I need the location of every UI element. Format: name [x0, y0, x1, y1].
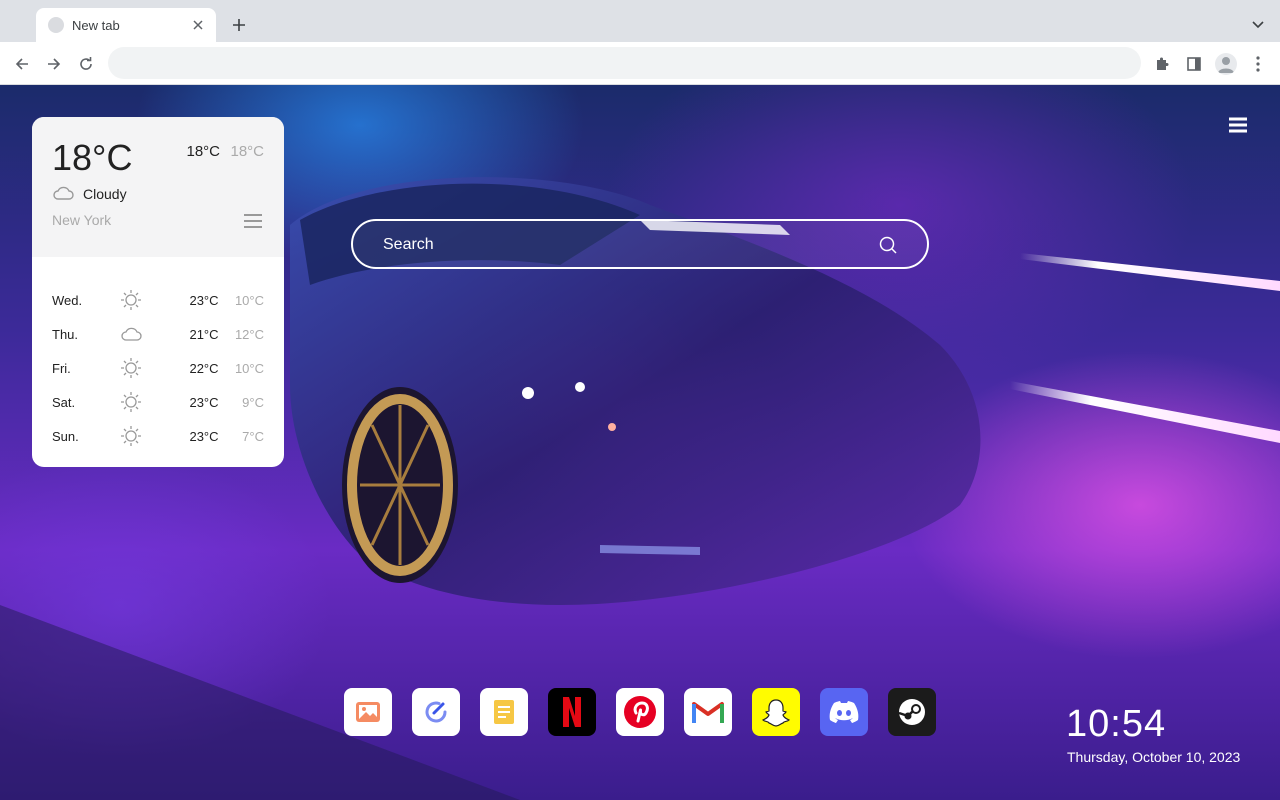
- browser-toolbar: [0, 42, 1280, 85]
- page-menu-button[interactable]: [1228, 116, 1248, 134]
- weather-menu-button[interactable]: [244, 214, 262, 233]
- back-button[interactable]: [8, 50, 36, 78]
- current-temperature: 18°C: [52, 137, 133, 178]
- tab-new-tab[interactable]: New tab: [36, 8, 216, 42]
- forecast-day: Fri.: [52, 360, 71, 376]
- forecast-high: 23°C: [189, 394, 219, 410]
- forecast-day: Sun.: [52, 428, 79, 444]
- forecast-day: Sat.: [52, 394, 76, 410]
- forecast-low: 12°C: [234, 326, 264, 342]
- tab-search-button[interactable]: [1246, 13, 1270, 37]
- discord-icon[interactable]: [820, 688, 868, 736]
- cloud-icon: [52, 185, 74, 206]
- forecast-row: Sun. 23°C 7°C: [32, 419, 284, 453]
- tab-strip: New tab: [0, 0, 1280, 42]
- sun-icon: [120, 425, 160, 447]
- forecast-row: Sat. 23°C 9°C: [32, 385, 284, 419]
- weather-city: New York: [52, 212, 112, 228]
- forecast-low: 7°C: [242, 428, 264, 444]
- more-vert-icon: [1256, 56, 1260, 72]
- puzzle-icon: [1157, 57, 1169, 70]
- avatar: [1215, 53, 1237, 75]
- address-bar[interactable]: [108, 47, 1141, 79]
- clock-time: 10:54: [1066, 703, 1167, 745]
- forecast-day: Thu.: [52, 326, 79, 342]
- new-tab-button[interactable]: [227, 13, 251, 37]
- side-panel-button[interactable]: [1180, 50, 1208, 78]
- forecast-row: Wed. 23°C 10°C: [32, 283, 284, 317]
- photos-icon[interactable]: [344, 688, 392, 736]
- weather-condition: Cloudy: [83, 186, 127, 202]
- forecast-row: Thu. 21°C 12°C: [32, 317, 284, 351]
- weather-current: 18°C 18°C 18°C Cloudy New York: [32, 117, 284, 257]
- plus-icon: [233, 19, 245, 31]
- sun-icon: [120, 391, 160, 413]
- reload-icon: [80, 57, 92, 70]
- tab-title: New tab: [72, 17, 120, 33]
- forecast-high: 23°C: [189, 428, 219, 444]
- snapchat-icon[interactable]: [752, 688, 800, 736]
- notes-icon[interactable]: [480, 688, 528, 736]
- sun-icon: [120, 357, 160, 379]
- forecast-day: Wed.: [52, 292, 83, 308]
- forecast-row: Fri. 22°C 10°C: [32, 351, 284, 385]
- tab-favicon-icon: [48, 17, 64, 33]
- arrow-left-icon: [15, 58, 28, 70]
- gmail-icon[interactable]: [684, 688, 732, 736]
- pinterest-icon[interactable]: [616, 688, 664, 736]
- tasks-icon[interactable]: [412, 688, 460, 736]
- close-icon[interactable]: [190, 17, 206, 33]
- search-input[interactable]: [383, 233, 863, 257]
- forecast-low: 10°C: [234, 360, 264, 376]
- steam-icon[interactable]: [888, 688, 936, 736]
- app-dock: [344, 688, 936, 736]
- forecast-high: 22°C: [189, 360, 219, 376]
- forward-button[interactable]: [40, 50, 68, 78]
- forecast-high: 21°C: [189, 326, 219, 342]
- weather-widget[interactable]: 18°C 18°C 18°C Cloudy New York Wed. 23°C…: [32, 117, 284, 467]
- reload-button[interactable]: [72, 50, 100, 78]
- arrow-right-icon: [48, 58, 61, 70]
- search-icon[interactable]: [879, 236, 897, 259]
- forecast-low: 10°C: [234, 292, 264, 308]
- browser-menu-button[interactable]: [1244, 50, 1272, 78]
- new-tab-page: 18°C 18°C 18°C Cloudy New York Wed. 23°C…: [0, 85, 1280, 800]
- search-box[interactable]: [351, 219, 929, 269]
- cloud-icon: [120, 326, 160, 342]
- chevron-down-icon: [1252, 21, 1264, 29]
- extensions-button[interactable]: [1148, 50, 1176, 78]
- netflix-icon[interactable]: [548, 688, 596, 736]
- clock-date: Thursday, October 10, 2023: [1067, 749, 1241, 765]
- forecast-low: 9°C: [242, 394, 264, 410]
- profile-button[interactable]: [1212, 50, 1240, 78]
- temperature-low: 18°C: [230, 143, 264, 160]
- sun-icon: [120, 289, 160, 311]
- hamburger-icon: [1229, 117, 1247, 133]
- side-panel-icon: [1187, 57, 1201, 71]
- weather-forecast: Wed. 23°C 10°C Thu. 21°C 12°C Fri. 22°C …: [32, 257, 284, 453]
- list-icon: [244, 214, 262, 228]
- temperature-high: 18°C: [186, 143, 220, 160]
- forecast-high: 23°C: [189, 292, 219, 308]
